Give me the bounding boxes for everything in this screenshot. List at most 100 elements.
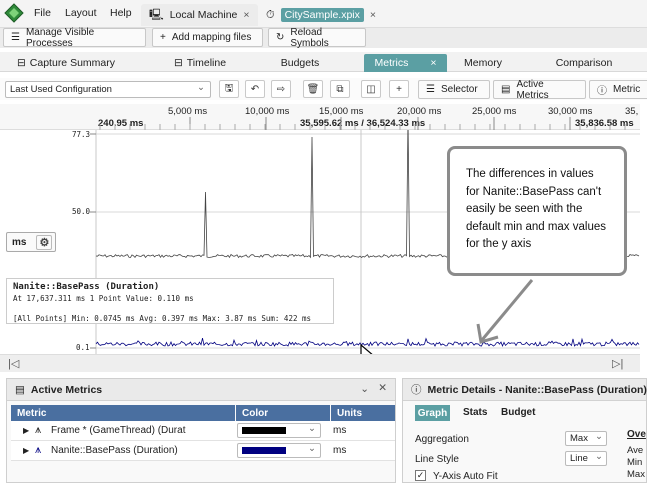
column-color[interactable]: Color — [236, 405, 330, 421]
chevron-down-icon: ⌄ — [595, 451, 603, 462]
unit-button[interactable]: ms ⚙ — [6, 232, 56, 252]
scroll-start-icon[interactable]: |◁ — [8, 357, 19, 370]
configuration-select[interactable]: Last Used Configuration ⌄ — [5, 81, 211, 98]
tab-citysample[interactable]: ⏱ CitySample.xpix × — [258, 4, 385, 26]
active-metrics-panel: ▤ Active Metrics ⌄ ✕ Metric Color Units … — [6, 378, 396, 483]
table-row[interactable]: ▶ ⩚ Frame * (GameThread) (Durat ⌄ ms — [11, 421, 395, 441]
close-icon[interactable]: ✕ — [378, 382, 387, 394]
column-units[interactable]: Units — [331, 405, 395, 421]
time-ruler[interactable]: 5,000 ms 10,000 ms 15,000 ms 20,000 ms 2… — [0, 104, 640, 130]
manage-processes-label: Manage Visible Processes — [25, 26, 95, 49]
hover-info-box: Nanite::BasePass (Duration) At 17,637.31… — [6, 278, 334, 324]
tab-comparison[interactable]: Comparison — [548, 54, 620, 72]
tab-citysample-label: CitySample.xpix — [280, 8, 364, 22]
chevron-down-icon: ⌄ — [308, 423, 316, 434]
timeline-scrollbar[interactable]: |◁ ▷| — [0, 354, 640, 372]
active-metrics-button-label: Active Metrics — [516, 78, 549, 101]
app-logo-icon[interactable] — [4, 3, 24, 23]
reload-symbols-button[interactable]: ↻ Reload Symbols — [268, 26, 366, 49]
annotation-callout: The differences in values for Nanite::Ba… — [447, 146, 627, 276]
active-metrics-button[interactable]: ▤ Active Metrics — [493, 78, 586, 101]
metric-details-panel: ⓘ Metric Details - Nanite::BasePass (Dur… — [402, 378, 647, 483]
tab-local-machine[interactable]: 🖳 Local Machine × — [141, 4, 258, 26]
copy-icon[interactable]: ⧉ — [330, 80, 350, 98]
export-icon[interactable]: ⇨ — [271, 80, 291, 98]
tab-graph[interactable]: Graph — [415, 405, 450, 421]
y-axis-label-top: 77.3 — [72, 130, 91, 139]
metric-name: Nanite::BasePass (Duration) — [51, 445, 178, 456]
metric-units: ms — [333, 445, 347, 456]
color-swatch — [242, 447, 286, 454]
y-axis-auto-fit-label: Y-Axis Auto Fit — [433, 471, 498, 482]
gear-icon[interactable]: ⚙ — [36, 234, 53, 250]
scroll-end-icon[interactable]: ▷| — [612, 357, 623, 370]
aggregation-label: Aggregation — [415, 434, 469, 445]
tab-comparison-label: Comparison — [555, 57, 613, 69]
overlay-title: Ove — [627, 429, 646, 440]
tab-memory-label: Memory — [464, 57, 502, 69]
view-tab-bar: ⊟ Capture Summary ⊟ Timeline Budgets Met… — [0, 52, 647, 72]
overlay-item: Ave — [627, 445, 644, 456]
plus-icon: + — [160, 32, 166, 43]
tab-timeline-label: Timeline — [186, 57, 227, 69]
tab-budgets[interactable]: Budgets — [265, 54, 335, 72]
active-metrics-title: Active Metrics — [30, 383, 103, 396]
tab-budget[interactable]: Budget — [501, 407, 535, 418]
tab-metrics-label: Metrics — [374, 57, 409, 69]
selector-button[interactable]: ☰ Selector — [418, 80, 490, 99]
menu-help[interactable]: Help — [110, 7, 132, 19]
close-icon[interactable]: × — [243, 9, 249, 21]
metric-graph-icon: ⩚ — [35, 424, 42, 436]
chevron-down-icon: ⌄ — [308, 443, 316, 454]
expand-icon[interactable]: ▶ — [23, 426, 29, 435]
color-picker[interactable]: ⌄ — [237, 443, 321, 458]
tab-stats[interactable]: Stats — [463, 407, 487, 418]
toolbar: ☰ Manage Visible Processes + Add mapping… — [0, 26, 647, 49]
active-metrics-header: ▤ Active Metrics ⌄ ✕ — [7, 379, 395, 401]
clipboard-icon: ▤ — [501, 84, 511, 95]
tab-capture-summary[interactable]: ⊟ Capture Summary — [6, 54, 126, 72]
tab-metrics[interactable]: Metrics × — [364, 54, 447, 72]
trash-icon[interactable]: 🗑 — [303, 80, 323, 98]
list-icon: ☰ — [426, 84, 435, 95]
reload-icon: ↻ — [276, 32, 285, 43]
y-axis-label-bottom: 0.1 — [76, 343, 90, 352]
table-row[interactable]: ▶ ⩚ Nanite::BasePass (Duration) ⌄ ms — [11, 441, 395, 461]
overlay-item: Min — [627, 457, 643, 468]
tab-capture-summary-label: Capture Summary — [29, 57, 115, 69]
chevron-down-icon[interactable]: ⌄ — [360, 383, 369, 395]
tab-memory[interactable]: Memory — [448, 54, 518, 72]
aggregation-select[interactable]: Max ⌄ — [565, 431, 607, 446]
info-icon: ⓘ — [597, 86, 607, 97]
metric-name: Frame * (GameThread) (Durat — [51, 425, 186, 436]
manage-processes-button[interactable]: ☰ Manage Visible Processes — [3, 26, 146, 49]
monitor-icon: 🖳 — [149, 8, 164, 21]
overlay-item: Max — [627, 469, 645, 480]
y-axis-auto-fit-checkbox[interactable]: ✓ — [415, 470, 426, 481]
line-style-select[interactable]: Line ⌄ — [565, 451, 607, 466]
close-icon[interactable]: × — [370, 9, 376, 21]
metric-graph-icon: ⩚ — [35, 444, 42, 456]
add-mapping-files-button[interactable]: + Add mapping files — [152, 28, 263, 47]
info-stats-line: [All Points] Min: 0.0745 ms Avg: 0.397 m… — [13, 314, 312, 323]
tab-timeline[interactable]: ⊟ Timeline — [160, 54, 240, 72]
callout-text: The differences in values for Nanite::Ba… — [466, 168, 606, 250]
callout-arrow — [476, 279, 534, 344]
info-title: Nanite::BasePass (Duration) — [13, 282, 160, 292]
column-metric[interactable]: Metric — [11, 405, 235, 421]
list-icon: ☰ — [11, 32, 20, 43]
undo-icon[interactable]: ↶ — [245, 80, 265, 98]
configuration-value: Last Used Configuration — [10, 84, 112, 95]
expand-icon[interactable]: ▶ — [23, 446, 29, 455]
screenshot-icon[interactable]: ◫ — [361, 80, 381, 98]
menu-layout[interactable]: Layout — [65, 7, 97, 19]
reload-symbols-label: Reload Symbols — [290, 26, 329, 49]
color-picker[interactable]: ⌄ — [237, 423, 321, 438]
close-icon[interactable]: × — [430, 57, 436, 69]
add-icon[interactable]: + — [389, 80, 409, 98]
save-icon[interactable]: 🖫 — [219, 80, 239, 98]
chevron-down-icon: ⌄ — [197, 82, 205, 93]
menu-file[interactable]: File — [34, 7, 51, 19]
tab-budgets-label: Budgets — [280, 57, 320, 69]
metric-details-button[interactable]: ⓘ Metric — [589, 80, 647, 99]
